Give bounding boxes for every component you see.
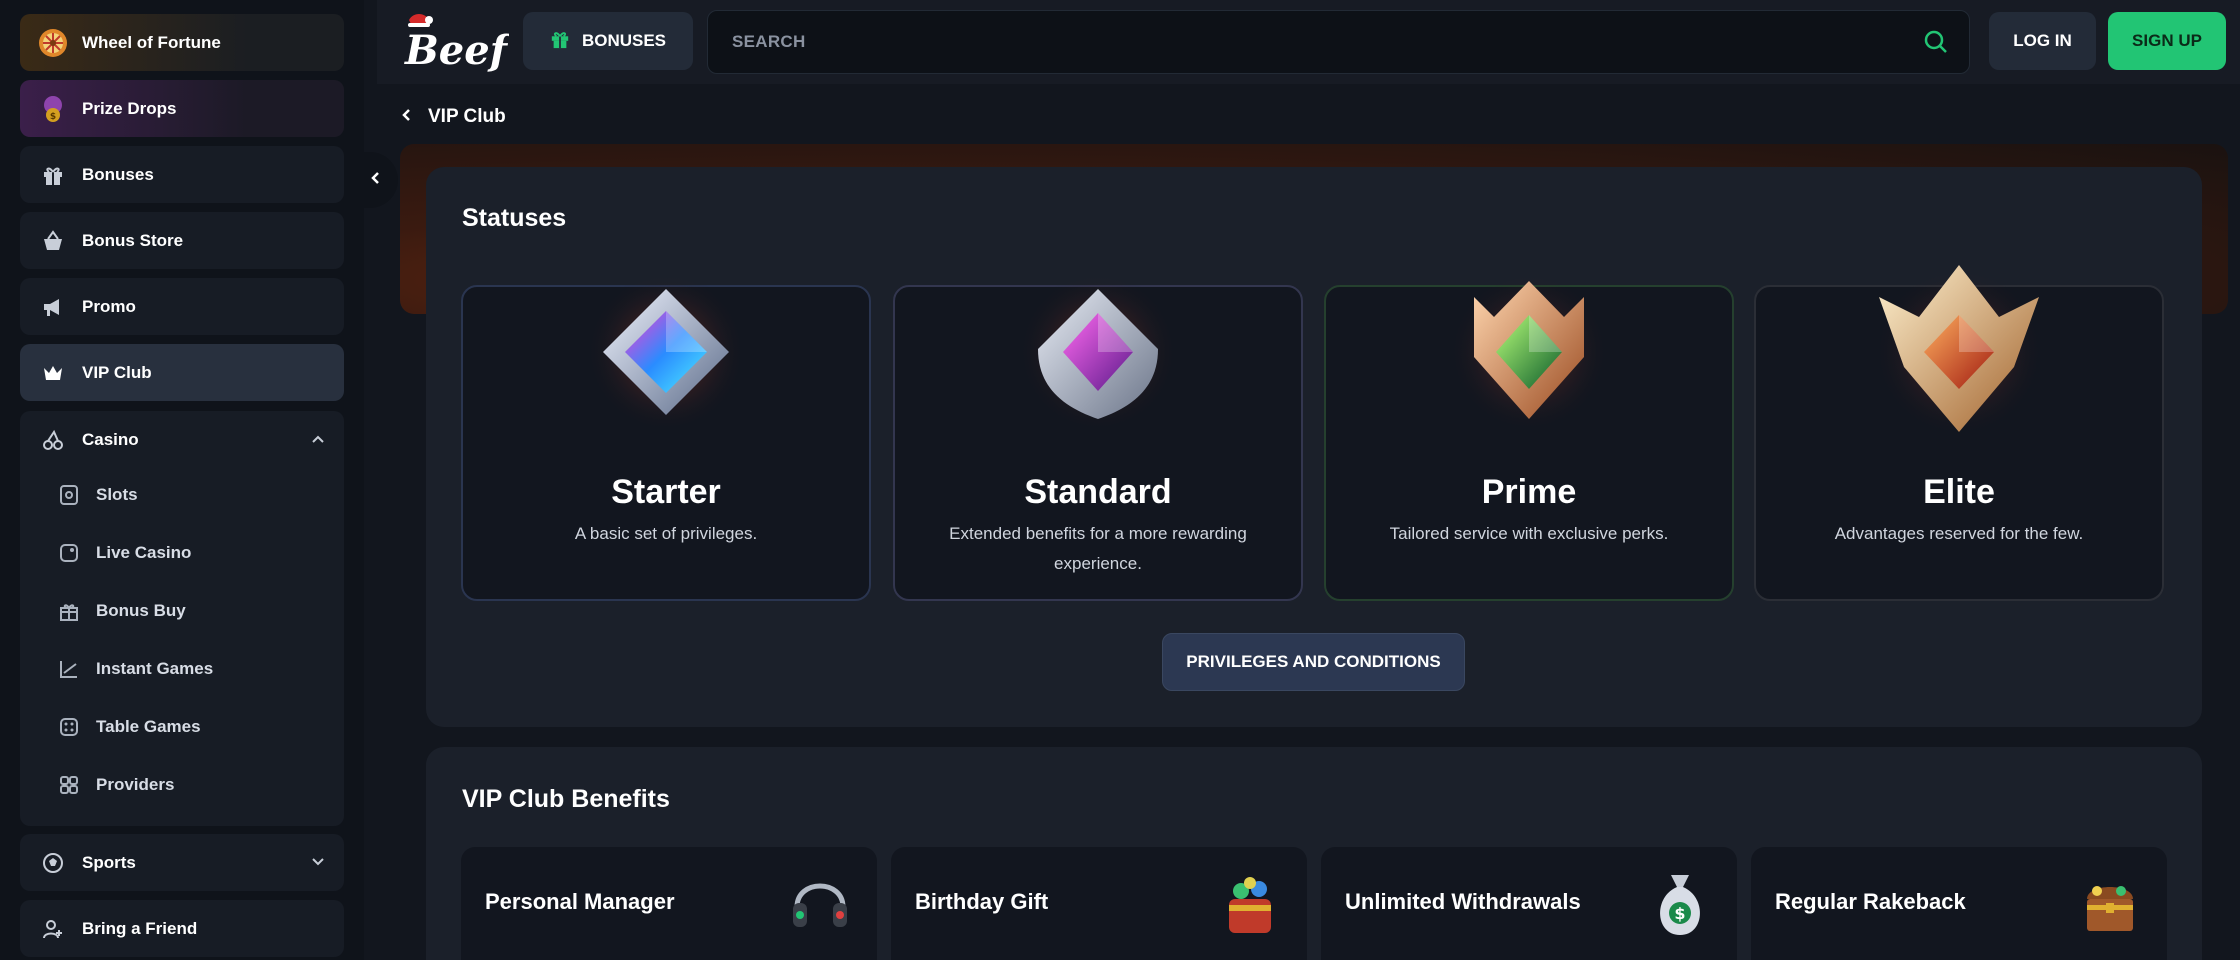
svg-text:$: $ (1674, 904, 1685, 923)
svg-text:$: $ (50, 112, 56, 122)
statuses-title: Statuses (462, 204, 567, 232)
prime-badge-icon (1444, 267, 1614, 437)
sidebar-item-label: Prize Drops (82, 98, 177, 118)
status-desc: A basic set of privileges. (574, 524, 758, 543)
sidebar-sub-instant-games[interactable]: Instant Games (56, 649, 326, 689)
sidebar-item-label: Bring a Friend (82, 918, 198, 938)
bonuses-button[interactable]: BONUSES (523, 12, 693, 70)
gift-icon (56, 598, 82, 624)
sidebar-sub-label: Table Games (96, 717, 201, 736)
search-input[interactable]: SEARCH (707, 10, 1970, 74)
sidebar-item-label: VIP Club (82, 362, 152, 382)
sidebar: Wheel of Fortune $ Prize Drops Bonuses B… (0, 0, 364, 960)
search-icon[interactable] (1923, 29, 1949, 60)
basket-icon (38, 226, 68, 256)
signup-button[interactable]: SIGN UP (2108, 12, 2226, 70)
chevron-down-icon[interactable] (310, 854, 326, 875)
status-card-prime[interactable]: Prime Tailored service with exclusive pe… (1324, 272, 1734, 601)
sidebar-item-label: Sports (82, 852, 136, 872)
chevron-left-icon[interactable] (400, 106, 414, 128)
sidebar-item-label: Bonuses (82, 164, 154, 184)
breadcrumb[interactable]: VIP Club (400, 100, 506, 134)
benefit-card-regular-rakeback[interactable]: Regular Rakeback (1751, 847, 2167, 960)
sidebar-item-promo[interactable]: Promo (20, 278, 344, 335)
ball-icon (38, 848, 68, 878)
breadcrumb-label: VIP Club (428, 106, 506, 127)
treasure-chest-icon (2079, 869, 2141, 941)
status-card-starter[interactable]: Starter A basic set of privileges. (461, 272, 871, 601)
bonuses-label: BONUSES (581, 31, 667, 50)
sidebar-sub-providers[interactable]: Providers (56, 765, 326, 805)
gift-icon (550, 29, 570, 54)
slot-icon (56, 482, 82, 508)
gift-bag-icon (1219, 869, 1281, 941)
sidebar-item-bonuses[interactable]: Bonuses (20, 146, 344, 203)
chevron-up-icon[interactable] (310, 431, 326, 452)
coin-bag-icon: $ (38, 94, 68, 124)
sidebar-sub-label: Providers (96, 775, 175, 794)
sidebar-sub-bonus-buy[interactable]: Bonus Buy (56, 591, 326, 631)
sidebar-sub-label: Slots (96, 485, 138, 504)
sidebar-item-bonus-store[interactable]: Bonus Store (20, 212, 344, 269)
benefits-title: VIP Club Benefits (462, 785, 670, 813)
top-header: Beef BONUSES SEARCH LOG IN SIGN UP (377, 0, 2240, 84)
sidebar-collapse-button[interactable] (354, 152, 398, 208)
casino-group: Casino Slots Live Casino Bonus Buy Insta… (20, 411, 344, 826)
chart-icon (56, 656, 82, 682)
sidebar-item-bring-a-friend[interactable]: Bring a Friend (20, 900, 344, 957)
sidebar-item-label: Bonus Store (82, 230, 184, 250)
benefit-title: Unlimited Withdrawals (1345, 889, 1581, 914)
status-desc: Advantages reserved for the few. (1834, 524, 2084, 543)
status-desc: Extended benefits for a more rewarding e… (949, 524, 1247, 573)
status-name: Starter (611, 473, 721, 511)
benefit-card-personal-manager[interactable]: Personal Manager (461, 847, 877, 960)
login-button[interactable]: LOG IN (1989, 12, 2096, 70)
privileges-and-conditions-button[interactable]: PRIVILEGES AND CONDITIONS (1162, 633, 1465, 691)
sidebar-item-label: Casino (82, 429, 139, 449)
add-user-icon (38, 914, 68, 944)
sidebar-sub-label: Instant Games (96, 659, 214, 678)
live-icon (56, 540, 82, 566)
sidebar-item-vip-club[interactable]: VIP Club (20, 344, 344, 401)
benefit-title: Birthday Gift (915, 889, 1049, 914)
headphones-icon (789, 869, 851, 941)
crown-icon (38, 358, 68, 388)
status-card-standard[interactable]: Standard Extended benefits for a more re… (893, 272, 1303, 601)
elite-badge-icon (1864, 257, 2054, 447)
starter-badge-icon (581, 267, 751, 437)
sidebar-sub-label: Live Casino (96, 543, 192, 562)
sidebar-item-prize-drops[interactable]: $ Prize Drops (20, 80, 344, 137)
status-name: Standard (1024, 473, 1172, 511)
money-bag-icon: $ (1649, 869, 1711, 941)
benefit-title: Regular Rakeback (1775, 889, 1966, 914)
status-name: Elite (1923, 473, 1995, 511)
sidebar-sub-table-games[interactable]: Table Games (56, 707, 326, 747)
chevron-left-icon (368, 170, 384, 191)
search-placeholder: SEARCH (732, 32, 806, 51)
status-card-elite[interactable]: Elite Advantages reserved for the few. (1754, 265, 2164, 601)
sidebar-item-label: Wheel of Fortune (82, 32, 221, 52)
benefit-card-unlimited-withdrawals[interactable]: Unlimited Withdrawals $ (1321, 847, 1737, 960)
benefit-title: Personal Manager (485, 889, 675, 914)
benefit-card-birthday-gift[interactable]: Birthday Gift (891, 847, 1307, 960)
status-desc: Tailored service with exclusive perks. (1389, 524, 1669, 543)
sidebar-sub-label: Bonus Buy (96, 601, 186, 620)
dice-icon (56, 714, 82, 740)
beef-logo[interactable]: Beef (399, 10, 513, 74)
sidebar-item-sports[interactable]: Sports (20, 834, 344, 891)
standard-badge-icon (1013, 267, 1183, 437)
gift-icon (38, 160, 68, 190)
sidebar-sub-live-casino[interactable]: Live Casino (56, 533, 326, 573)
sidebar-item-label: Promo (82, 296, 136, 316)
sidebar-item-wheel-of-fortune[interactable]: Wheel of Fortune (20, 14, 344, 71)
grid-icon (56, 772, 82, 798)
svg-text:Beef: Beef (404, 27, 509, 72)
status-name: Prime (1481, 473, 1577, 511)
wheel-icon (38, 28, 68, 58)
megaphone-icon (38, 292, 68, 322)
sidebar-sub-slots[interactable]: Slots (56, 475, 326, 515)
sidebar-item-casino[interactable]: Casino (20, 411, 344, 468)
cherries-icon (38, 425, 68, 455)
